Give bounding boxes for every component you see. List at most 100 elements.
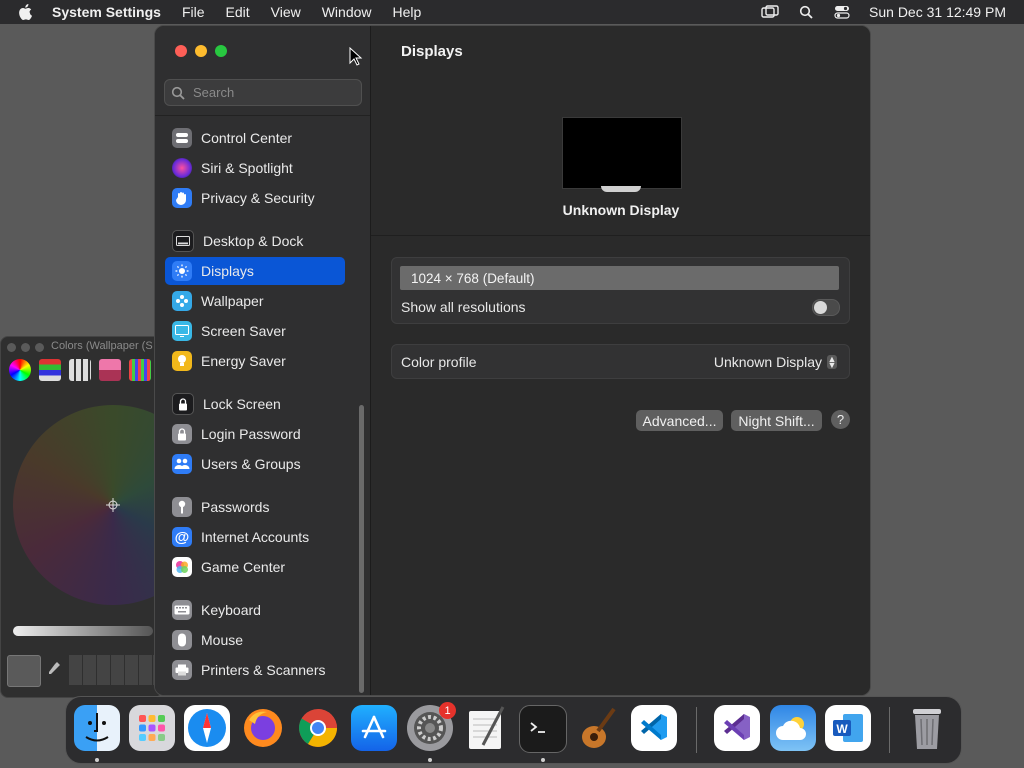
sidebar-item-users-groups[interactable]: Users & Groups: [165, 450, 345, 478]
vscode-icon: [641, 714, 667, 740]
dock-textedit[interactable]: [463, 705, 509, 751]
sidebar-item-label: Displays: [201, 263, 254, 279]
eyedropper-icon[interactable]: [47, 661, 61, 679]
printer-icon: [172, 660, 192, 680]
page-title: Displays: [401, 43, 463, 60]
color-profile-label: Color profile: [401, 354, 477, 370]
control-center-icon: [172, 128, 192, 148]
sidebar-item-energy-saver[interactable]: Energy Saver: [165, 347, 345, 375]
sidebar-divider: [155, 115, 370, 116]
sidebar-item-screen-saver[interactable]: Screen Saver: [165, 317, 345, 345]
sidebar-item-control-center[interactable]: Control Center: [165, 124, 345, 152]
colors-panel[interactable]: Colors (Wallpaper (S: [0, 336, 162, 698]
sidebar-item-label: Desktop & Dock: [203, 233, 304, 249]
menu-view[interactable]: View: [271, 4, 301, 20]
color-sliders-mode-icon[interactable]: [39, 359, 61, 381]
spotlight-search-icon[interactable]: [797, 4, 815, 20]
sidebar-item-passwords[interactable]: Passwords: [165, 493, 345, 521]
menu-edit[interactable]: Edit: [226, 4, 250, 20]
dock-launchpad[interactable]: [129, 705, 175, 751]
sidebar-item-label: Lock Screen: [203, 396, 281, 412]
trash-icon: [913, 709, 941, 749]
screen-mirroring-icon[interactable]: [761, 4, 779, 20]
apple-logo-icon[interactable]: [18, 3, 34, 21]
terminal-icon: [530, 722, 545, 733]
dock-chrome[interactable]: [295, 705, 341, 751]
night-shift-button[interactable]: Night Shift...: [731, 410, 822, 431]
system-settings-window: Control Center Siri & Spotlight Privacy …: [154, 25, 871, 696]
sidebar-item-privacy-security[interactable]: Privacy & Security: [165, 184, 345, 212]
dock-safari[interactable]: [184, 705, 230, 751]
current-color-swatch[interactable]: [7, 655, 41, 687]
search-icon: [171, 86, 185, 100]
zoom-button[interactable]: [215, 45, 227, 57]
colors-panel-window-controls[interactable]: [7, 343, 44, 352]
color-profile-popup[interactable]: Unknown Display ▲ ▼: [714, 354, 837, 370]
sidebar-item-mouse[interactable]: Mouse: [165, 626, 345, 654]
firefox-icon: [244, 709, 282, 747]
brightness-slider[interactable]: [13, 626, 153, 636]
advanced-button[interactable]: Advanced...: [636, 410, 723, 431]
notification-badge: 1: [439, 702, 456, 719]
dock-system-settings[interactable]: 1: [407, 702, 456, 751]
dock-word[interactable]: W: [825, 705, 871, 751]
guitar-icon: [582, 707, 616, 748]
dock-garageband[interactable]: [575, 705, 621, 751]
dock-trash[interactable]: [904, 705, 950, 751]
sidebar-item-login-password[interactable]: Login Password: [165, 420, 345, 448]
show-all-resolutions-label: Show all resolutions: [401, 299, 526, 315]
sidebar: Control Center Siri & Spotlight Privacy …: [155, 26, 371, 695]
image-palettes-mode-icon[interactable]: [99, 359, 121, 381]
dock-weather[interactable]: [770, 705, 816, 751]
sidebar-item-lock-screen[interactable]: Lock Screen: [165, 390, 345, 418]
minimize-button[interactable]: [195, 45, 207, 57]
display-thumbnail[interactable]: [562, 117, 682, 189]
dock-vscode[interactable]: [631, 705, 677, 751]
sidebar-item-label: Printers & Scanners: [201, 662, 326, 678]
close-button[interactable]: [175, 45, 187, 57]
sidebar-item-label: Screen Saver: [201, 323, 286, 339]
textedit-icon: [469, 706, 505, 749]
dock-terminal[interactable]: [519, 705, 567, 753]
chrome-icon: [299, 709, 337, 747]
sidebar-item-game-center[interactable]: Game Center: [165, 553, 345, 581]
sidebar-item-keyboard[interactable]: Keyboard: [165, 596, 345, 624]
pencils-mode-icon[interactable]: [129, 359, 151, 381]
at-icon: @: [172, 527, 192, 547]
menu-help[interactable]: Help: [393, 4, 422, 20]
menu-window[interactable]: Window: [322, 4, 372, 20]
color-palettes-mode-icon[interactable]: [69, 359, 91, 381]
color-wheel-mode-icon[interactable]: [9, 359, 31, 381]
search-input[interactable]: [191, 84, 355, 101]
menu-file[interactable]: File: [182, 4, 205, 20]
resolution-label: 1024 × 768 (Default): [411, 270, 535, 286]
sidebar-item-displays[interactable]: Displays: [165, 257, 345, 285]
sidebar-item-internet-accounts[interactable]: @ Internet Accounts: [165, 523, 345, 551]
sidebar-item-label: Privacy & Security: [201, 190, 315, 206]
sidebar-item-desktop-dock[interactable]: Desktop & Dock: [165, 227, 345, 255]
sidebar-item-wallpaper[interactable]: Wallpaper: [165, 287, 345, 315]
help-button[interactable]: ?: [831, 410, 850, 429]
control-center-menubar-icon[interactable]: [833, 4, 851, 20]
dock: 1 W: [65, 696, 962, 764]
sidebar-item-label: Game Center: [201, 559, 286, 575]
dock-app-store[interactable]: [351, 705, 397, 751]
search-field[interactable]: [164, 79, 362, 106]
sidebar-item-label: Energy Saver: [201, 353, 286, 369]
sidebar-scrollbar[interactable]: [359, 405, 364, 693]
dock-separator: [889, 707, 890, 753]
resolution-option-selected[interactable]: 1024 × 768 (Default): [400, 266, 839, 290]
menu-clock[interactable]: Sun Dec 31 12:49 PM: [869, 4, 1006, 20]
sidebar-item-siri-spotlight[interactable]: Siri & Spotlight: [165, 154, 345, 182]
sidebar-item-printers-scanners[interactable]: Printers & Scanners: [165, 656, 345, 684]
display-stand: [601, 186, 641, 192]
color-favorites-grid[interactable]: [69, 655, 155, 685]
colors-panel-title: Colors (Wallpaper (S: [51, 340, 153, 352]
color-wheel[interactable]: [13, 405, 161, 605]
menu-app-name[interactable]: System Settings: [52, 4, 161, 20]
dock-firefox[interactable]: [240, 705, 286, 751]
wallpaper-icon: [172, 291, 192, 311]
dock-visual-studio[interactable]: [714, 705, 760, 751]
show-all-resolutions-toggle[interactable]: [812, 299, 840, 316]
dock-finder[interactable]: [74, 705, 120, 751]
